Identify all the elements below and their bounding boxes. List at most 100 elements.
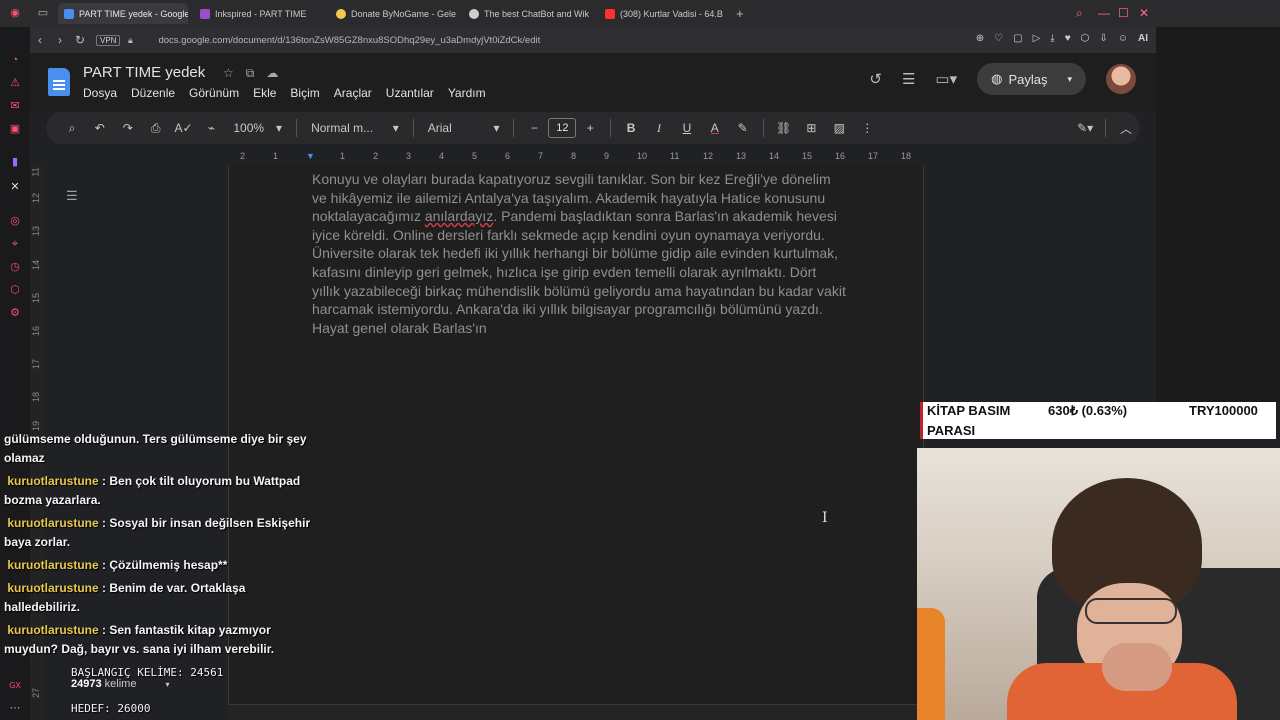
text-color-icon[interactable]: A bbox=[701, 121, 729, 135]
search-icon[interactable]: ⌕ bbox=[58, 121, 86, 136]
editing-mode-icon[interactable]: ✎▾ bbox=[1071, 121, 1099, 135]
bookmark-icon[interactable]: ♡ bbox=[994, 33, 1003, 44]
reload-icon[interactable]: ↻ bbox=[70, 33, 90, 47]
zoom-select[interactable]: 100% ▾ bbox=[225, 121, 290, 135]
url-field[interactable]: docs.google.com/document/d/136tonZsW85GZ… bbox=[158, 35, 540, 46]
ticker-value: 630₺ (0.63%) bbox=[1048, 403, 1128, 418]
donation-ticker: KİTAP BASIM PARASI 630₺ (0.63%) TRY10000… bbox=[920, 402, 1276, 439]
lock-icon[interactable]: 🔒︎ bbox=[120, 35, 140, 46]
font-size-input[interactable]: 12 bbox=[548, 118, 577, 138]
document-outline-icon[interactable]: ☰ bbox=[66, 188, 78, 204]
style-select[interactable]: Normal m... ▾ bbox=[303, 121, 407, 135]
underline-icon[interactable]: U bbox=[673, 121, 701, 135]
back-icon[interactable]: ‹ bbox=[30, 33, 50, 47]
ai-button[interactable]: AI bbox=[1138, 33, 1148, 44]
streamer-hand bbox=[1102, 643, 1172, 691]
menu-format[interactable]: Biçim bbox=[290, 86, 319, 100]
speed-dial-icon[interactable]: ◔ bbox=[8, 53, 22, 67]
menu-view[interactable]: Görünüm bbox=[189, 86, 239, 100]
chatbot-favicon-icon bbox=[469, 8, 479, 19]
history-icon[interactable]: ◎ bbox=[8, 214, 22, 228]
horizontal-ruler[interactable]: 2 1 ▼ 1 2 3 4 5 6 7 8 9 10 11 12 13 14 1… bbox=[228, 149, 924, 165]
menu-help[interactable]: Yardım bbox=[448, 86, 486, 100]
highlight-icon[interactable]: ✎ bbox=[729, 121, 757, 135]
maximize-icon[interactable]: ☐ bbox=[1118, 6, 1129, 20]
increase-font-icon[interactable]: + bbox=[576, 121, 604, 135]
profile-icon[interactable]: ♥ bbox=[1065, 33, 1071, 44]
star-icon[interactable]: ☆ bbox=[223, 66, 234, 81]
gx-icon[interactable]: GX bbox=[8, 679, 22, 693]
horizontal-scrollbar[interactable] bbox=[228, 704, 917, 720]
x-icon[interactable]: ✕ bbox=[8, 180, 22, 194]
tab-overview-icon[interactable]: ▭ bbox=[36, 6, 50, 20]
paint-format-icon[interactable]: ⌁ bbox=[197, 121, 225, 135]
misspelled-word[interactable]: anılardayız bbox=[425, 208, 493, 224]
version-history-icon[interactable]: ↺ bbox=[869, 70, 882, 88]
tab-chatbot[interactable]: The best ChatBot and Wik bbox=[463, 3, 593, 24]
docs-word-count[interactable]: 24973 kelime ▾ bbox=[71, 678, 170, 690]
insert-image-icon[interactable]: ▨ bbox=[825, 121, 853, 135]
snapshot-icon[interactable]: ▢ bbox=[1013, 33, 1022, 44]
share-button[interactable]: ◍ Paylaş ▾ bbox=[977, 63, 1086, 95]
pin-icon[interactable]: ⌖ bbox=[8, 237, 22, 251]
tab-youtube[interactable]: (308) Kurtlar Vadisi - 64.B bbox=[599, 3, 729, 24]
more-icon[interactable]: ⋯ bbox=[8, 701, 22, 715]
docs-logo-icon[interactable] bbox=[48, 68, 70, 96]
download-icon[interactable]: ⤓ bbox=[1050, 33, 1054, 44]
forward-icon[interactable]: › bbox=[50, 33, 70, 47]
decrease-font-icon[interactable]: − bbox=[520, 121, 548, 135]
avatar[interactable] bbox=[1106, 64, 1136, 94]
clock-icon[interactable]: ◷ bbox=[8, 260, 22, 274]
zoom-icon[interactable]: ⊕ bbox=[976, 33, 984, 44]
tab-docs[interactable]: PART TIME yedek - Google bbox=[58, 3, 188, 24]
player-icon[interactable]: ▣ bbox=[8, 122, 22, 136]
link-icon[interactable]: ⛓ bbox=[770, 121, 798, 135]
print-icon[interactable]: ⎙ bbox=[142, 121, 170, 136]
play-icon[interactable]: ▷ bbox=[1033, 33, 1041, 44]
chevron-down-icon: ▾ bbox=[276, 121, 283, 135]
wallet-icon[interactable]: ⚠ bbox=[8, 76, 22, 90]
docs-header: PART TIME yedek ☆ ⧉ ☁ Dosya Düzenle Görü… bbox=[30, 53, 1156, 111]
menu-edit[interactable]: Düzenle bbox=[131, 86, 175, 100]
downloads-icon[interactable]: ⇩ bbox=[1099, 33, 1107, 44]
messenger-icon[interactable]: ✉ bbox=[8, 99, 22, 113]
document-page[interactable]: Konuyu ve olayları burada kapatıyoruz se… bbox=[228, 165, 924, 720]
menu-extensions[interactable]: Uzantılar bbox=[386, 86, 434, 100]
meet-icon[interactable]: ▭▾ bbox=[935, 70, 957, 88]
close-window-icon[interactable]: ✕ bbox=[1139, 6, 1149, 20]
spellcheck-icon[interactable]: A✓ bbox=[170, 121, 198, 135]
puzzle-icon[interactable]: ⬡ bbox=[1081, 33, 1090, 44]
undo-icon[interactable]: ↶ bbox=[86, 121, 114, 135]
add-comment-icon[interactable]: ⊞ bbox=[798, 121, 826, 135]
vpn-badge[interactable]: VPN bbox=[96, 34, 121, 46]
move-folder-icon[interactable]: ⧉ bbox=[246, 66, 255, 81]
redo-icon[interactable]: ↷ bbox=[114, 121, 142, 135]
extensions-icon[interactable]: ⬡ bbox=[8, 283, 22, 297]
cloud-status-icon[interactable]: ☁ bbox=[266, 66, 278, 81]
menu-tools[interactable]: Araçlar bbox=[334, 86, 372, 100]
account-icon[interactable]: ☺ bbox=[1118, 33, 1128, 44]
tab-label: The best ChatBot and Wik bbox=[484, 8, 590, 19]
indent-marker-icon[interactable]: ▼ bbox=[306, 151, 315, 161]
more-options-icon[interactable]: ⋮ bbox=[853, 121, 881, 135]
comments-icon[interactable]: ☰ bbox=[902, 70, 915, 88]
chat-message: kuruotlarustune : Benim de var. Ortaklaş… bbox=[4, 581, 246, 614]
tab-bynogame[interactable]: Donate ByNoGame - Gele bbox=[330, 3, 460, 24]
new-tab-button[interactable]: + bbox=[730, 3, 750, 24]
ticker-goal: TRY100000 bbox=[1189, 403, 1258, 418]
search-tabs-icon[interactable]: ⌕ bbox=[1076, 6, 1083, 20]
document-body[interactable]: Konuyu ve olayları burada kapatıyoruz se… bbox=[312, 170, 847, 337]
font-select[interactable]: Arial ▾ bbox=[420, 121, 508, 135]
twitch-icon[interactable]: ▮ bbox=[8, 155, 22, 169]
collapse-menu-icon[interactable]: ︿ bbox=[1112, 120, 1140, 137]
minimize-icon[interactable]: — bbox=[1098, 6, 1110, 20]
italic-icon[interactable]: I bbox=[645, 121, 673, 136]
tab-inkspired[interactable]: Inkspired - PART TIME bbox=[194, 3, 324, 24]
browser-logo-icon[interactable]: ◉ bbox=[8, 6, 22, 20]
menu-insert[interactable]: Ekle bbox=[253, 86, 276, 100]
ruler-number: 1 bbox=[340, 151, 346, 161]
bold-icon[interactable]: B bbox=[617, 121, 645, 135]
settings-icon[interactable]: ⚙ bbox=[8, 306, 22, 320]
menu-file[interactable]: Dosya bbox=[83, 86, 117, 100]
document-title[interactable]: PART TIME yedek bbox=[83, 64, 205, 81]
